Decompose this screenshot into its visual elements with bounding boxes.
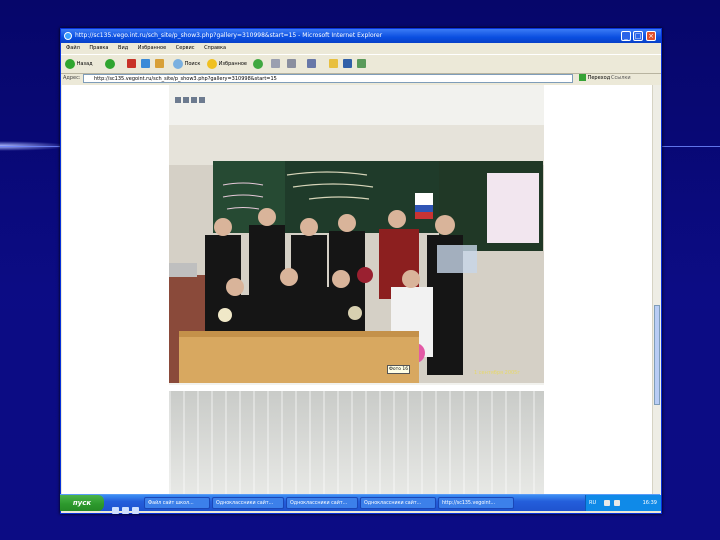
menu-file[interactable]: Файл [66, 45, 80, 51]
print-button[interactable] [287, 58, 296, 70]
menu-view[interactable]: Вид [118, 45, 128, 51]
system-tray: RU 16:39 [585, 495, 661, 511]
edit-icon [307, 59, 316, 68]
home-button[interactable] [155, 58, 164, 70]
scroll-thumb[interactable] [654, 305, 660, 405]
back-arrow-icon [65, 58, 75, 69]
minimize-button[interactable]: _ [621, 31, 631, 41]
photo-viewer: Фото 16 1 сентября 2005г [169, 85, 544, 385]
desktop-quicklaunch-icon[interactable] [122, 507, 129, 514]
search-label: Поиск [184, 61, 201, 67]
window-title: http://sc135.vego.int.ru/sch_site/p_show… [75, 32, 383, 39]
next-photo-curtains [169, 391, 544, 499]
taskbar-item-4[interactable]: Одноклассники сайт... [360, 497, 436, 509]
address-input[interactable]: http://sc135.vegoint.ru/sch_site/p_show3… [83, 74, 573, 83]
folder-icon[interactable] [199, 97, 205, 103]
star-icon [207, 58, 217, 69]
toolbar: Назад Поиск Избранное [61, 54, 661, 74]
back-label: Назад [76, 61, 93, 67]
history-button[interactable] [253, 58, 263, 70]
mail-icon[interactable] [191, 97, 197, 103]
print-icon[interactable] [183, 97, 189, 103]
messenger-icon [343, 59, 352, 68]
volume-icon[interactable] [604, 500, 610, 506]
menu-tools[interactable]: Сервис [176, 45, 195, 51]
title-bar[interactable]: http://sc135.vego.int.ru/sch_site/p_show… [61, 29, 661, 43]
photo-tooltip: Фото 16 [387, 365, 411, 374]
menu-help[interactable]: Справка [204, 45, 226, 51]
next-photo-partial[interactable] [169, 391, 544, 499]
search-icon [173, 58, 183, 69]
language-indicator[interactable]: RU [589, 495, 596, 511]
quick-launch [112, 499, 142, 518]
go-label: Переход [587, 75, 611, 81]
ie-logo-icon [64, 32, 72, 40]
tools-button[interactable] [357, 58, 366, 70]
links-label[interactable]: Ссылки [611, 73, 631, 84]
photo-date-stamp: 1 сентября 2005г [474, 370, 520, 376]
refresh-icon [141, 59, 150, 68]
ie-quicklaunch-icon[interactable] [112, 507, 119, 514]
stop-icon [127, 59, 136, 68]
network-icon[interactable] [614, 500, 620, 506]
forward-arrow-icon [105, 58, 115, 69]
taskbar-item-5[interactable]: http://sc135.vegoint... [438, 497, 514, 509]
tools-icon [357, 59, 366, 68]
photo-toolbar [175, 88, 207, 103]
mail-icon [271, 59, 280, 68]
menu-edit[interactable]: Правка [89, 45, 108, 51]
page-content: Фото 16 1 сентября 2005г [62, 85, 652, 499]
browser-window: http://sc135.vego.int.ru/sch_site/p_show… [60, 28, 662, 514]
maximize-button[interactable]: □ [633, 31, 643, 41]
close-button[interactable]: × [646, 31, 656, 41]
taskbar-item-1[interactable]: Файл сайт школ... [144, 497, 210, 509]
search-button[interactable]: Поиск [173, 58, 200, 70]
taskbar: пуск Файл сайт школ... Одноклассники сай… [60, 494, 661, 514]
back-button[interactable]: Назад [65, 58, 93, 70]
go-arrow-icon [579, 74, 586, 81]
taskbar-item-3[interactable]: Одноклассники сайт... [286, 497, 358, 509]
folder-icon [329, 59, 338, 68]
folder-button[interactable] [329, 58, 338, 70]
class-photo[interactable]: Фото 16 1 сентября 2005г [169, 125, 544, 383]
menu-bar: Файл Правка Вид Избранное Сервис Справка [61, 43, 661, 54]
print-icon [287, 59, 296, 68]
clock: 16:39 [642, 500, 657, 506]
menu-favorites[interactable]: Избранное [138, 45, 166, 51]
class-photo-image [169, 125, 544, 383]
address-bar: Адрес: http://sc135.vegoint.ru/sch_site/… [61, 73, 661, 84]
messenger-button[interactable] [343, 58, 352, 70]
forward-button[interactable] [105, 58, 115, 70]
address-label: Адрес: [63, 75, 81, 81]
history-icon [253, 58, 263, 69]
go-button[interactable]: Переход [579, 74, 610, 83]
favorites-label: Избранное [218, 61, 247, 67]
edit-button[interactable] [307, 58, 316, 70]
start-button[interactable]: пуск [60, 495, 104, 511]
stop-button[interactable] [127, 58, 136, 70]
home-icon [155, 59, 164, 68]
favorites-button[interactable]: Избранное [207, 58, 247, 70]
save-icon[interactable] [175, 97, 181, 103]
refresh-button[interactable] [141, 58, 150, 70]
mail-button[interactable] [271, 58, 280, 70]
media-quicklaunch-icon[interactable] [132, 507, 139, 514]
taskbar-item-2[interactable]: Одноклассники сайт... [212, 497, 284, 509]
vertical-scrollbar[interactable] [652, 85, 661, 499]
